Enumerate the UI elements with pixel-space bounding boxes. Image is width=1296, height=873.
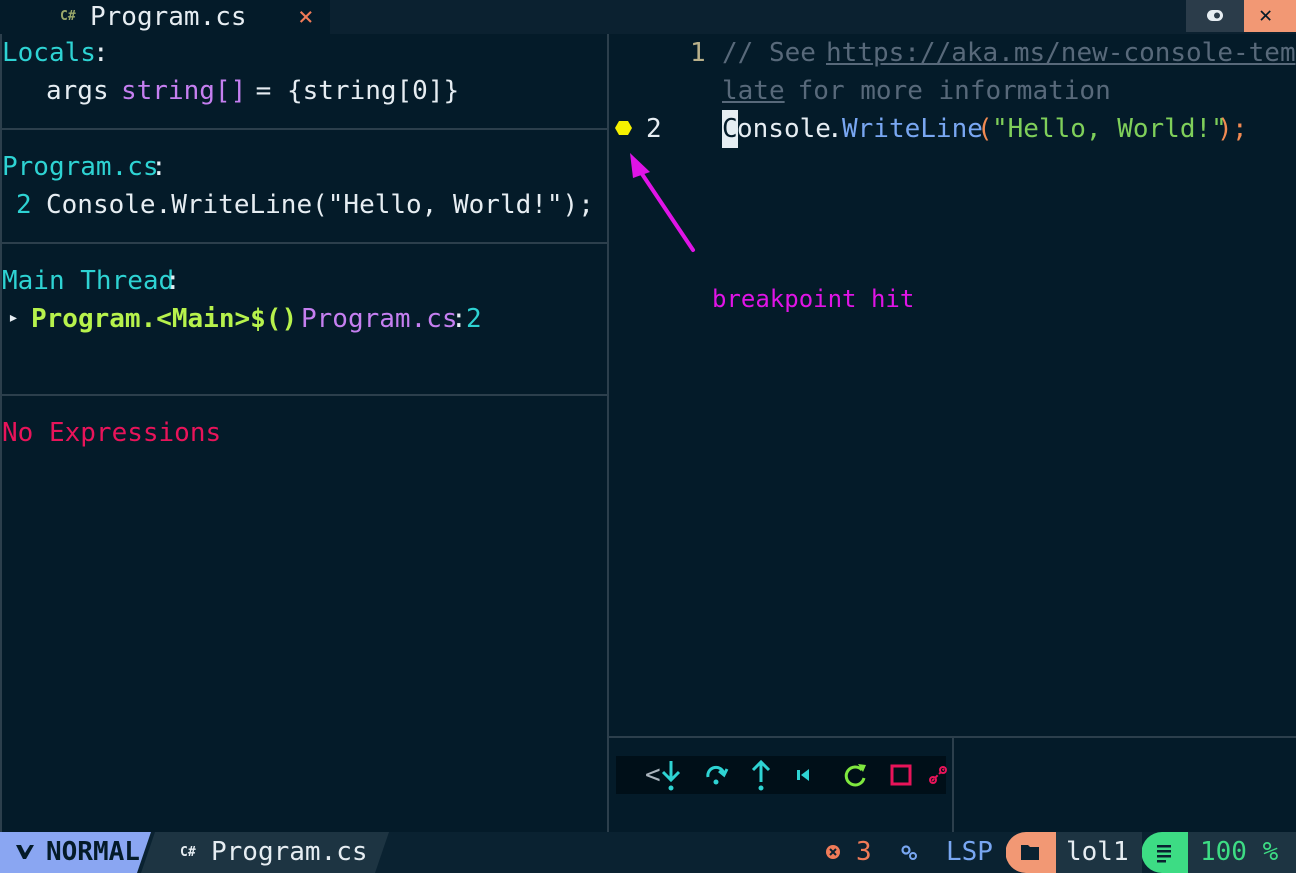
- disconnect-button[interactable]: [926, 756, 950, 794]
- window-close-button[interactable]: ✕: [1244, 0, 1296, 32]
- file-progress: 100 %: [1200, 837, 1279, 867]
- stop-icon: [890, 764, 912, 786]
- folder-segment: [1006, 832, 1056, 873]
- breakpoints-file-header: Program.cs: [2, 152, 159, 182]
- step-over-icon: [706, 765, 729, 785]
- locals-header-colon: :: [93, 38, 109, 68]
- variable-type: string[]: [121, 76, 247, 106]
- step-back-icon: [797, 769, 809, 781]
- thread-header: Main Thread: [2, 266, 175, 296]
- close-icon: ✕: [1259, 3, 1273, 28]
- comment-text: for more information: [782, 76, 1111, 106]
- vim-mode-icon: [16, 845, 34, 859]
- comment-link-wrap[interactable]: late: [722, 72, 785, 110]
- code-string: "Hello, World!": [992, 114, 1227, 144]
- lsp-gears-icon: [901, 845, 917, 860]
- no-expressions-text: No Expressions: [2, 418, 222, 448]
- error-count[interactable]: 3: [856, 832, 872, 873]
- error-icon: [826, 845, 840, 859]
- annotation-arrow-icon: [630, 153, 695, 252]
- frame-name: Program.<Main>$(): [31, 304, 298, 334]
- breakpoint-stopped-icon[interactable]: [614, 118, 634, 138]
- step-over-button[interactable]: [702, 756, 730, 794]
- comment-link[interactable]: https://aka.ms/new-console-temp: [826, 34, 1296, 72]
- restart-icon: [844, 764, 866, 787]
- line-number: 1: [690, 38, 706, 68]
- comment-text: // See: [722, 38, 832, 68]
- toggle-icon: [1207, 10, 1223, 21]
- step-into-button[interactable]: [656, 756, 686, 794]
- code-paren: ): [1217, 114, 1233, 144]
- pane-divider: [0, 242, 607, 244]
- breakpoints-header-colon: :: [151, 152, 167, 182]
- code-paren: (: [977, 114, 993, 144]
- expand-triangle-icon[interactable]: ▸: [8, 299, 19, 337]
- vertical-split: [952, 738, 954, 832]
- csharp-file-icon: C#: [180, 845, 196, 860]
- frame-file: Program.cs: [301, 304, 458, 334]
- tab-close-icon[interactable]: ×: [298, 0, 314, 34]
- step-out-icon: [751, 759, 771, 791]
- folder-name[interactable]: lol1: [1066, 832, 1129, 873]
- locals-header: Locals: [2, 38, 96, 68]
- frame-separator: :: [451, 304, 467, 334]
- restart-button[interactable]: [840, 756, 870, 794]
- variable-name: args: [46, 76, 109, 106]
- thread-header-colon: :: [165, 266, 181, 296]
- lsp-status[interactable]: LSP: [946, 832, 993, 873]
- code-object: onsole: [737, 114, 831, 144]
- step-back-button[interactable]: [790, 756, 816, 794]
- status-file-name[interactable]: Program.cs: [211, 832, 368, 873]
- mode-indicator: NORMAL: [46, 837, 140, 867]
- annotation-label: breakpoint hit: [712, 285, 915, 313]
- line-number: 2: [646, 114, 662, 144]
- position-segment: [1142, 832, 1188, 873]
- breakpoint-code: Console.WriteLine("Hello, World!");: [46, 190, 594, 220]
- step-out-button[interactable]: [746, 756, 776, 794]
- code-semicolon: ;: [1232, 114, 1248, 144]
- tab-program-cs[interactable]: C# Program.cs ×: [0, 0, 330, 34]
- pane-divider: [0, 128, 607, 130]
- csharp-file-icon: C#: [60, 9, 76, 24]
- step-into-icon: [661, 761, 681, 791]
- text-cursor: C: [722, 110, 738, 148]
- vertical-split[interactable]: [607, 34, 609, 832]
- frame-line: 2: [466, 304, 482, 334]
- breakpoint-line-number: 2: [16, 190, 32, 220]
- code-method: WriteLine: [842, 114, 983, 144]
- code-dot: .: [827, 114, 843, 144]
- pane-divider: [0, 394, 607, 396]
- tab-title: Program.cs: [90, 2, 247, 32]
- stop-button[interactable]: [886, 756, 916, 794]
- disconnect-icon: [929, 766, 947, 784]
- variable-value: = {string[0]}: [240, 76, 460, 106]
- toggle-button[interactable]: [1186, 0, 1244, 32]
